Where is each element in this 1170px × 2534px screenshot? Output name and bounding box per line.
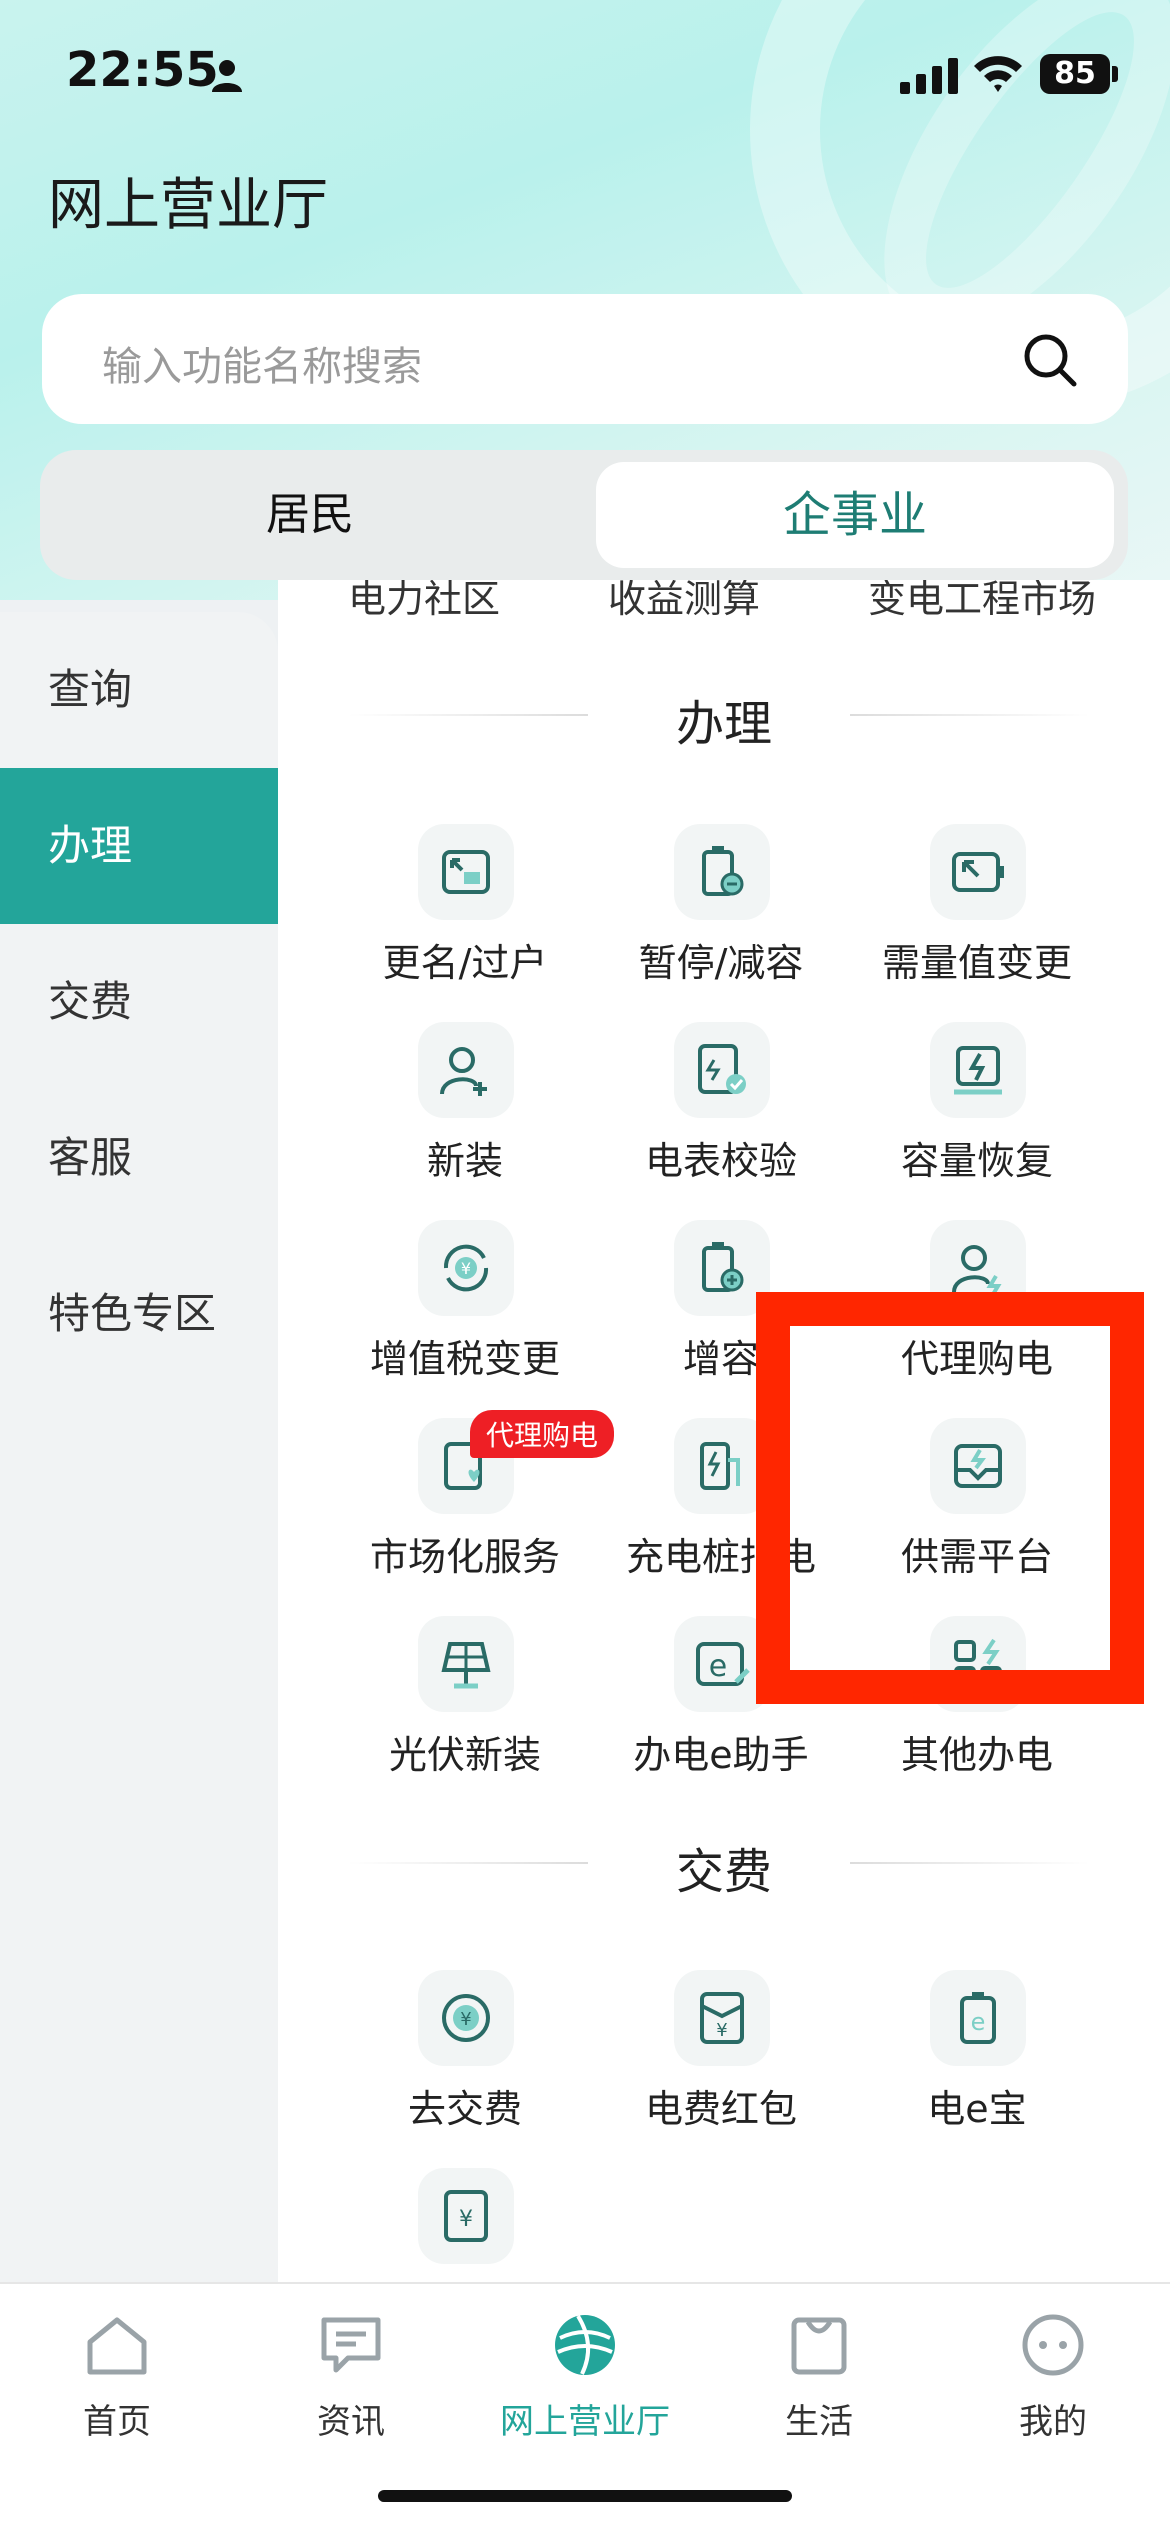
tab-label: 生活 xyxy=(785,2402,853,2442)
tab-label: 我的 xyxy=(1019,2402,1087,2442)
search-placeholder: 输入功能名称搜索 xyxy=(102,344,422,390)
demand-change-icon xyxy=(930,824,1026,920)
customer-type-switch: 居民 企事业 xyxy=(40,450,1128,580)
capacity-restore-icon xyxy=(930,1022,1026,1118)
service-item-label: 更名/过户 xyxy=(382,941,548,985)
svg-text:¥: ¥ xyxy=(716,2020,727,2041)
section-title-handle: 办理 xyxy=(675,696,772,752)
service-item-partial[interactable]: ¥ xyxy=(340,2168,590,2282)
tab-online-hall[interactable]: 网上营业厅 xyxy=(468,2304,702,2454)
sidebar-item-query[interactable]: 查询 xyxy=(0,612,278,768)
service-item-label: 其他办电 xyxy=(900,1733,1053,1777)
service-item-label: 光伏新装 xyxy=(388,1733,541,1777)
search-input[interactable]: 输入功能名称搜索 xyxy=(42,294,1128,424)
tab-enterprise[interactable]: 企事业 xyxy=(596,462,1114,568)
section-title-pay: 交费 xyxy=(675,1844,772,1900)
service-item-capacity-restore[interactable]: 容量恢复 xyxy=(852,1022,1102,1202)
service-item-label: 增值税变更 xyxy=(369,1337,560,1381)
service-item-e-wallet[interactable]: e 电e宝 xyxy=(852,1970,1102,2150)
service-item-label: 去交费 xyxy=(407,2087,522,2131)
partial-item-label[interactable]: 收益测算 xyxy=(608,580,760,623)
person-icon xyxy=(212,60,242,92)
service-item-meter-check[interactable]: 电表校验 xyxy=(596,1022,846,1202)
svg-text:e: e xyxy=(709,1649,727,1684)
category-sidebar: 查询 办理 交费 客服 特色专区 xyxy=(0,612,278,2282)
svg-text:e: e xyxy=(971,2008,986,2036)
page-title: 网上营业厅 xyxy=(48,173,328,238)
service-item-new-install[interactable]: 新装 xyxy=(340,1022,590,1202)
solar-panel-icon xyxy=(418,1616,514,1712)
service-item-label: 暂停/减容 xyxy=(638,941,804,985)
transfer-icon xyxy=(418,824,514,920)
service-item-label: 电费红包 xyxy=(644,2087,797,2131)
tab-label: 首页 xyxy=(83,2402,151,2442)
tab-mine[interactable]: 我的 xyxy=(936,2304,1170,2454)
service-item-label: 容量恢复 xyxy=(900,1139,1053,1183)
cellular-signal-icon xyxy=(900,58,958,94)
service-item-demand-change[interactable]: 需量值变更 xyxy=(852,824,1102,1004)
tab-home[interactable]: 首页 xyxy=(0,2304,234,2454)
meter-check-icon xyxy=(674,1022,770,1118)
wifi-icon xyxy=(974,56,1022,92)
status-bar: 22:55 85 xyxy=(0,0,1170,140)
new-user-icon xyxy=(418,1022,514,1118)
service-item-label: 需量值变更 xyxy=(881,941,1072,985)
service-item-red-packet[interactable]: ¥ 电费红包 xyxy=(596,1970,846,2150)
service-item-solar-install[interactable]: 光伏新装 xyxy=(340,1616,590,1796)
service-item-market-service[interactable]: 代理购电 市场化服务 xyxy=(340,1410,615,1598)
sidebar-item-handle[interactable]: 办理 xyxy=(0,768,278,924)
tab-life[interactable]: 生活 xyxy=(702,2304,936,2454)
highlight-box xyxy=(756,1292,1144,1704)
vat-change-icon: ¥ xyxy=(418,1220,514,1316)
svg-text:¥: ¥ xyxy=(461,1259,471,1278)
e-wallet-icon: e xyxy=(930,1970,1026,2066)
partial-item-label[interactable]: 电力社区 xyxy=(348,580,500,623)
service-item-label: 市场化服务 xyxy=(369,1535,560,1579)
home-indicator[interactable] xyxy=(378,2490,792,2502)
red-packet-icon: ¥ xyxy=(674,1970,770,2066)
sidebar-item-special[interactable]: 特色专区 xyxy=(0,1236,278,1392)
partial-item-label[interactable]: 变电工程市场 xyxy=(868,580,1096,623)
sidebar-item-pay[interactable]: 交费 xyxy=(0,924,278,1080)
shopping-bag-icon xyxy=(791,2317,847,2375)
battery-tip xyxy=(1112,66,1118,82)
svg-text:¥: ¥ xyxy=(459,2207,473,2232)
pause-battery-icon xyxy=(674,824,770,920)
service-item-rename[interactable]: 更名/过户 xyxy=(340,824,590,1004)
svg-text:¥: ¥ xyxy=(460,2009,471,2030)
market-service-badge: 代理购电 xyxy=(470,1410,615,1458)
yuan-coin-icon: ¥ xyxy=(418,1970,514,2066)
tab-news[interactable]: 资讯 xyxy=(234,2304,468,2454)
service-item-go-pay[interactable]: ¥ 去交费 xyxy=(340,1970,590,2150)
service-item-label: 电e宝 xyxy=(927,2087,1027,2131)
invoice-icon: ¥ xyxy=(418,2168,514,2264)
status-time: 22:55 xyxy=(66,42,219,98)
service-item-vat-change[interactable]: ¥ 增值税变更 xyxy=(340,1220,590,1400)
news-icon xyxy=(321,2317,381,2373)
tab-label: 网上营业厅 xyxy=(500,2402,670,2442)
service-item-label: 新装 xyxy=(426,1139,503,1183)
service-item-suspend[interactable]: 暂停/减容 xyxy=(596,824,846,1004)
battery-indicator: 85 xyxy=(1040,54,1110,94)
globe-icon xyxy=(555,2314,615,2375)
sidebar-item-service[interactable]: 客服 xyxy=(0,1080,278,1236)
tab-label: 资讯 xyxy=(317,2402,385,2442)
service-item-label: 电表校验 xyxy=(644,1139,797,1183)
tab-resident[interactable]: 居民 xyxy=(40,450,580,580)
home-icon xyxy=(87,2317,147,2375)
search-icon[interactable] xyxy=(1020,330,1080,390)
service-item-label: 办电e助手 xyxy=(633,1733,809,1777)
face-icon xyxy=(1022,2314,1084,2376)
